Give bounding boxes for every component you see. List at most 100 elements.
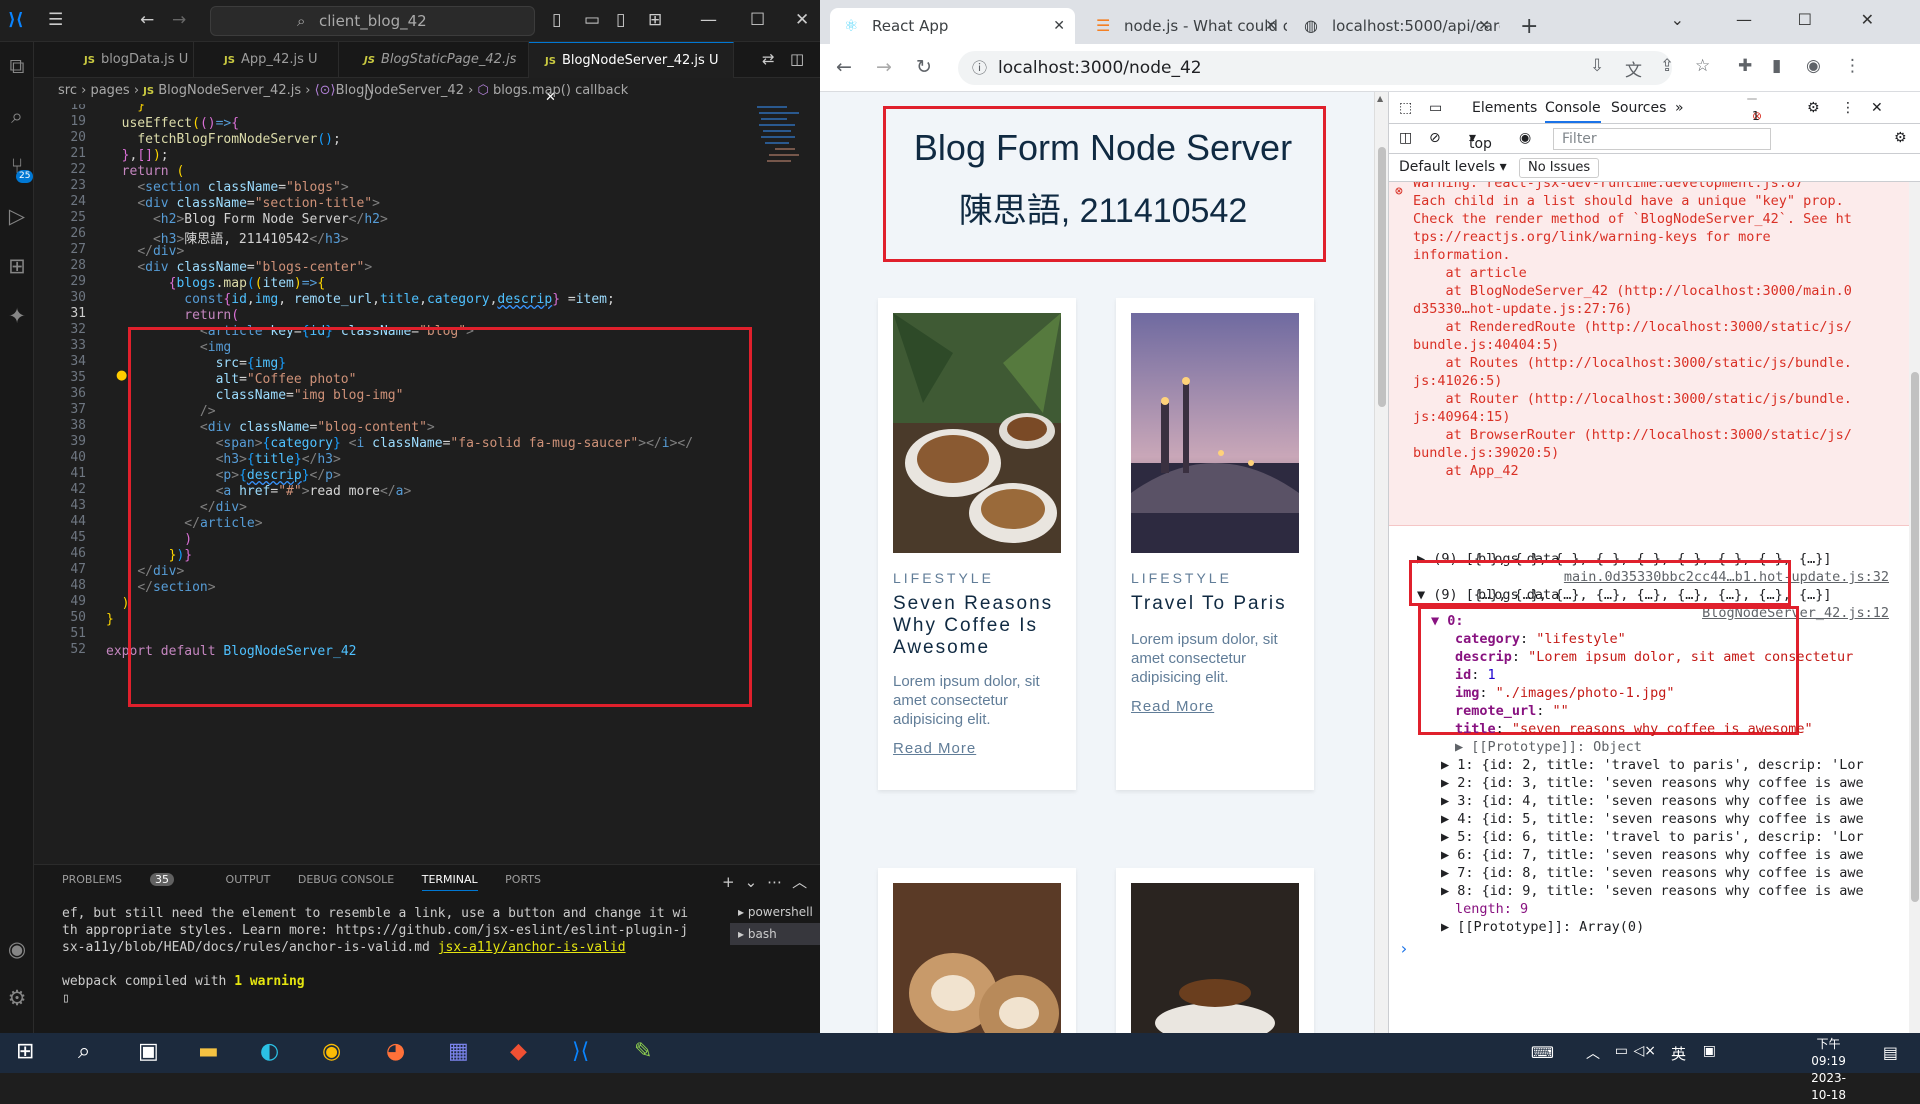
customize-layout-icon[interactable]: ⊞ bbox=[648, 10, 662, 30]
command-center-search[interactable]: ⌕ client_blog_42 bbox=[210, 6, 535, 36]
tab-sources[interactable]: Sources bbox=[1611, 100, 1666, 116]
split-editor-icon[interactable]: ◫ bbox=[790, 50, 804, 68]
tab-blogstaticpage[interactable]: JS BlogStaticPage_42.js U bbox=[339, 42, 529, 104]
collapse-panel-icon[interactable]: ︿ bbox=[792, 873, 817, 891]
console-scroll-thumb[interactable] bbox=[1911, 372, 1919, 902]
tab-localhost-api[interactable]: ◍ localhost:5000/api/card ✕ bbox=[1290, 8, 1500, 44]
close-tab-icon[interactable]: ✕ bbox=[1265, 8, 1277, 44]
task-view-icon[interactable]: ▣ bbox=[138, 1039, 159, 1064]
issues-button[interactable]: No Issues bbox=[1519, 158, 1600, 178]
translate-icon[interactable]: 文 bbox=[1625, 56, 1642, 81]
error-count-badge[interactable]: ⊗ 1 bbox=[1747, 98, 1762, 123]
array-item[interactable]: ▶ 5: {id: 6, title: 'travel to paris', d… bbox=[1389, 828, 1909, 846]
context-select[interactable]: top ▾ bbox=[1469, 130, 1492, 152]
devtools-menu-icon[interactable]: ⋮ bbox=[1841, 100, 1855, 116]
vscode-icon[interactable]: ⟩⟨ bbox=[572, 1039, 589, 1064]
firefox-icon[interactable]: ◕ bbox=[386, 1039, 405, 1064]
git-icon[interactable]: ◆ bbox=[510, 1039, 527, 1064]
minimize-icon[interactable]: — bbox=[1736, 10, 1752, 29]
read-more-link[interactable]: Read More bbox=[893, 740, 976, 757]
lightbulb-icon[interactable]: ● bbox=[116, 368, 127, 383]
tab-problems[interactable]: PROBLEMS 35 bbox=[62, 873, 198, 886]
close-devtools-icon[interactable]: ✕ bbox=[1871, 100, 1883, 116]
console-output[interactable]: Warning: react-jsx-dev-runtime.developme… bbox=[1389, 182, 1909, 1033]
tab-blogdata[interactable]: JS blogData.js U bbox=[34, 42, 194, 78]
chrome-icon[interactable]: ◉ bbox=[322, 1039, 341, 1064]
inspect-icon[interactable]: ⬚ bbox=[1399, 100, 1412, 116]
close-icon[interactable]: ✕ bbox=[1861, 10, 1874, 29]
address-bar[interactable]: ⓘ localhost:3000/node_42 bbox=[958, 51, 1672, 85]
clock[interactable]: 下午 09:19 2023-10-18 bbox=[1811, 1036, 1846, 1104]
terminal-output[interactable]: ef, but still need the element to resemb… bbox=[62, 905, 712, 1007]
array-item[interactable]: ▶ 1: {id: 2, title: 'travel to paris', d… bbox=[1389, 756, 1909, 774]
extensions-icon[interactable]: ✚ bbox=[1738, 56, 1752, 76]
array-item[interactable]: ▶ 4: {id: 5, title: 'seven reasons why c… bbox=[1389, 810, 1909, 828]
live-expression-eye-icon[interactable]: ◉ bbox=[1519, 130, 1531, 146]
tray-expand-icon[interactable]: ︿ bbox=[1586, 1043, 1600, 1063]
shell-powershell[interactable]: ▸ powershell bbox=[730, 901, 820, 923]
search-icon[interactable]: ⌕ bbox=[78, 1039, 90, 1064]
clear-console-icon[interactable]: ⊘ bbox=[1429, 130, 1441, 146]
console-prompt[interactable]: › bbox=[1389, 940, 1909, 958]
profile-avatar-icon[interactable]: ◉ bbox=[1806, 56, 1821, 76]
array-item[interactable]: ▶ 3: {id: 4, title: 'seven reasons why c… bbox=[1389, 792, 1909, 810]
forward-arrow-icon[interactable]: → bbox=[172, 10, 186, 30]
search-view-icon[interactable]: ⌕ bbox=[0, 104, 34, 129]
page-scrollbar[interactable]: ▲ bbox=[1374, 92, 1388, 1033]
teams-icon[interactable]: ▦ bbox=[448, 1039, 469, 1064]
run-debug-icon[interactable]: ▷ bbox=[0, 204, 34, 228]
maximize-icon[interactable]: ☐ bbox=[1798, 10, 1812, 29]
explorer-icon[interactable]: ⧉ bbox=[0, 54, 34, 79]
keyboard-icon[interactable]: ⌨ bbox=[1531, 1043, 1554, 1062]
array-item[interactable]: ▶ 8: {id: 9, title: 'seven reasons why c… bbox=[1389, 882, 1909, 900]
array-item[interactable]: ▶ 2: {id: 3, title: 'seven reasons why c… bbox=[1389, 774, 1909, 792]
new-tab-icon[interactable]: + bbox=[1520, 14, 1538, 39]
site-info-icon[interactable]: ⓘ bbox=[972, 51, 987, 85]
ime-indicator[interactable]: 英 bbox=[1671, 1043, 1686, 1064]
share-icon[interactable]: ⇪ bbox=[1660, 56, 1674, 76]
close-tab-icon[interactable]: ✕ bbox=[1478, 8, 1490, 44]
terminal-rule-link[interactable]: jsx-a11y/anchor-is-valid bbox=[438, 940, 626, 955]
toggle-sidebar-icon[interactable]: ▯ bbox=[552, 10, 561, 30]
chrome-menu-icon[interactable]: ⋮ bbox=[1844, 56, 1861, 76]
tab-debug-console[interactable]: DEBUG CONSOLE bbox=[298, 873, 394, 886]
sidebar-toggle-icon[interactable]: ◫ bbox=[1399, 130, 1412, 146]
array-prototype[interactable]: ▶ [[Prototype]]: Array(0) bbox=[1389, 918, 1909, 936]
volume-icon[interactable]: ◁× bbox=[1634, 1043, 1657, 1059]
device-toolbar-icon[interactable]: ▭ bbox=[1429, 100, 1442, 116]
install-icon[interactable]: ⇩ bbox=[1590, 56, 1604, 76]
settings-gear-icon[interactable]: ⚙ bbox=[1807, 100, 1820, 116]
python-icon[interactable]: ✦ bbox=[0, 304, 34, 328]
filter-input[interactable]: Filter bbox=[1553, 128, 1771, 150]
new-terminal-icon[interactable]: +⌄ bbox=[722, 873, 767, 891]
tab-ports[interactable]: PORTS bbox=[505, 873, 541, 886]
edge-icon[interactable]: ◐ bbox=[260, 1039, 279, 1064]
back-icon[interactable]: ← bbox=[836, 56, 852, 78]
settings-gear-icon[interactable]: ⚙ bbox=[0, 986, 34, 1010]
menu-icon[interactable]: ☰ bbox=[48, 10, 63, 30]
network-icon[interactable]: ▭ bbox=[1615, 1043, 1628, 1059]
side-panel-icon[interactable]: ▮ bbox=[1772, 56, 1781, 76]
file-explorer-icon[interactable]: ▬ bbox=[198, 1039, 219, 1064]
back-arrow-icon[interactable]: ← bbox=[140, 10, 154, 30]
reload-icon[interactable]: ↻ bbox=[916, 56, 932, 78]
page-scroll-thumb[interactable] bbox=[1378, 147, 1386, 407]
log-levels-select[interactable]: Default levels ▾ bbox=[1399, 159, 1507, 175]
tab-blognodeserver[interactable]: JS BlogNodeServer_42.js U ✕ bbox=[529, 42, 734, 105]
minimap[interactable] bbox=[755, 104, 805, 194]
tab-terminal[interactable]: TERMINAL bbox=[421, 873, 478, 891]
start-windows-icon[interactable]: ⊞ bbox=[16, 1039, 34, 1064]
array-item[interactable]: ▶ 7: {id: 8, title: 'seven reasons why c… bbox=[1389, 864, 1909, 882]
item-0-prototype[interactable]: ▶ [[Prototype]]: Object bbox=[1389, 738, 1909, 756]
maximize-icon[interactable]: ☐ bbox=[750, 10, 765, 30]
more-tabs-icon[interactable]: » bbox=[1675, 100, 1684, 116]
tab-elements[interactable]: Elements bbox=[1472, 100, 1537, 116]
tab-console[interactable]: Console bbox=[1545, 100, 1601, 123]
console-scrollbar[interactable] bbox=[1909, 182, 1920, 1033]
tab-react-app[interactable]: ⚛ React App ✕ bbox=[830, 8, 1075, 44]
extensions-icon[interactable]: ⊞ bbox=[0, 254, 34, 278]
tab-app42[interactable]: JS App_42.js U bbox=[194, 42, 339, 78]
tab-search-icon[interactable]: ⌄ bbox=[1671, 10, 1684, 29]
scroll-up-icon[interactable]: ▲ bbox=[1377, 94, 1383, 103]
ime-mode-icon[interactable]: ▣ bbox=[1703, 1043, 1716, 1059]
